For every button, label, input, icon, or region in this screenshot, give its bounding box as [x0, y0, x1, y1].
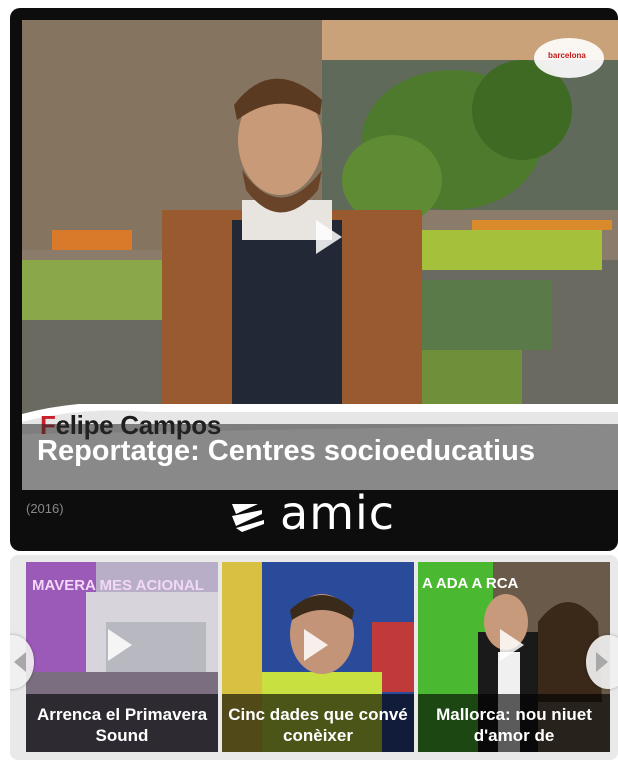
- thumbnail-primavera-sound[interactable]: MAVERA MES ACIONAL Arrenca el Primavera …: [26, 562, 218, 752]
- play-icon[interactable]: [500, 629, 524, 661]
- play-icon[interactable]: [304, 629, 328, 661]
- related-videos-carousel: MAVERA MES ACIONAL Arrenca el Primavera …: [10, 555, 618, 760]
- title-bar: Reportatge: Centres socioeducatius: [22, 424, 618, 490]
- play-icon[interactable]: [108, 629, 132, 661]
- chevron-right-icon: [596, 652, 608, 672]
- main-video[interactable]: Felipe Campos barcelona Reportatge: Cent…: [22, 20, 618, 490]
- thumbnail-caption: Arrenca el Primavera Sound: [26, 694, 218, 752]
- svg-text:A ADA A RCA: A ADA A RCA: [422, 575, 519, 592]
- thumbnail-caption: Cinc dades que convé conèixer: [222, 694, 414, 752]
- video-title[interactable]: Reportatge: Centres socioeducatius: [37, 435, 535, 468]
- thumbnail-mallorca[interactable]: A ADA A RCA Mallorca: nou niuet d'amor d…: [418, 562, 610, 752]
- svg-text:MAVERA MES ACIONAL: MAVERA MES ACIONAL: [32, 577, 204, 594]
- amic-logo-icon: [232, 504, 264, 532]
- thumbnail-caption: Mallorca: nou niuet d'amor de: [418, 694, 610, 752]
- play-icon[interactable]: [316, 220, 342, 254]
- chevron-left-icon: [14, 652, 26, 672]
- thumbnail-cinc-dades[interactable]: Cinc dades que convé conèixer: [222, 562, 414, 752]
- video-year: (2016): [26, 501, 64, 516]
- channel-logo: barcelona: [534, 38, 604, 78]
- brand-name: amic: [280, 486, 396, 540]
- video-player[interactable]: Felipe Campos barcelona Reportatge: Cent…: [10, 8, 618, 551]
